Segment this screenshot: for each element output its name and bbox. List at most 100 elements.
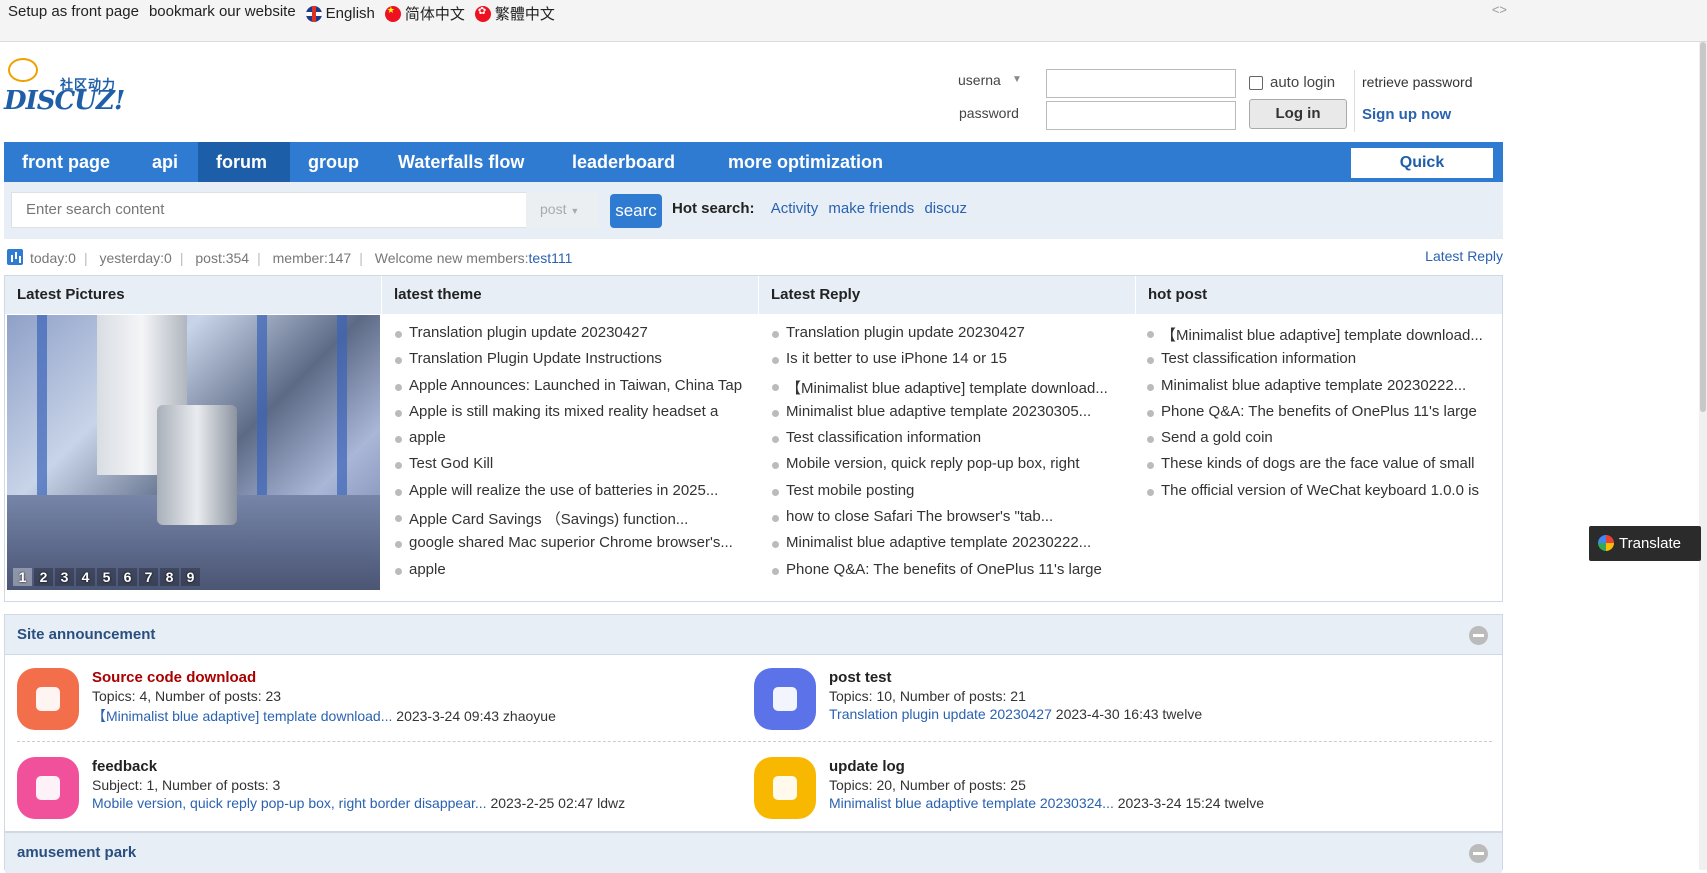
slide-page-button[interactable]: 3 bbox=[55, 568, 74, 586]
list-item[interactable]: The official version of WeChat keyboard … bbox=[1147, 482, 1483, 508]
password-input[interactable] bbox=[1046, 101, 1236, 130]
latest-reply-link[interactable]: Latest Reply bbox=[1425, 248, 1503, 264]
list-item[interactable]: Minimalist blue adaptive template 202302… bbox=[1147, 377, 1483, 403]
lang-english-link[interactable]: English bbox=[305, 3, 375, 24]
code-icon[interactable]: <> bbox=[1492, 2, 1507, 17]
forum-stats: today:0 | yesterday:0 | post:354 | member:1… bbox=[4, 248, 1503, 270]
slide-page-button[interactable]: 9 bbox=[181, 568, 200, 586]
list-item[interactable]: how to close Safari The browser's "tab..… bbox=[772, 508, 1108, 534]
list-item[interactable]: Is it better to use iPhone 14 or 15 bbox=[772, 350, 1108, 376]
nav-api[interactable]: api bbox=[134, 142, 196, 182]
forum-meta: Topics: 4, Number of posts: 23 bbox=[92, 688, 282, 704]
search-button[interactable]: searc bbox=[610, 194, 662, 228]
search-type-select[interactable]: post ▼ bbox=[526, 192, 598, 228]
list-item[interactable]: 【Minimalist blue adaptive] template down… bbox=[1147, 324, 1483, 350]
translate-button[interactable]: Translate bbox=[1589, 526, 1701, 561]
list-item[interactable]: Phone Q&A: The benefits of OnePlus 11's … bbox=[1147, 403, 1483, 429]
list-item[interactable]: apple bbox=[395, 429, 742, 455]
bookmark-link[interactable]: bookmark our website bbox=[149, 3, 296, 24]
list-item[interactable]: google shared Mac superior Chrome browse… bbox=[395, 534, 742, 560]
retrieve-password-link[interactable]: retrieve password bbox=[1362, 74, 1473, 90]
last-post-link[interactable]: Translation plugin update 20230427 bbox=[829, 706, 1052, 722]
nav-forum[interactable]: forum bbox=[198, 142, 290, 182]
nav-more-optimization[interactable]: more optimization bbox=[710, 142, 901, 182]
slide-page-button[interactable]: 2 bbox=[34, 568, 53, 586]
list-item[interactable]: Test classification information bbox=[1147, 350, 1483, 376]
list-item[interactable]: Mobile version, quick reply pop-up box, … bbox=[772, 455, 1108, 481]
list-item[interactable]: Translation plugin update 20230427 bbox=[395, 324, 742, 350]
list-item[interactable]: Minimalist blue adaptive template 202303… bbox=[772, 403, 1108, 429]
last-post-info: 2023-2-25 02:47 ldwz bbox=[486, 795, 626, 811]
list-item[interactable]: Phone Q&A: The benefits of OnePlus 11's … bbox=[772, 561, 1108, 587]
list-item[interactable]: Minimalist blue adaptive template 202302… bbox=[772, 534, 1108, 560]
login-button[interactable]: Log in bbox=[1249, 99, 1347, 129]
sign-up-link[interactable]: Sign up now bbox=[1362, 106, 1451, 123]
list-item[interactable]: Test God Kill bbox=[395, 455, 742, 481]
collapse-icon[interactable] bbox=[1469, 844, 1488, 863]
slide-page-button[interactable]: 7 bbox=[139, 568, 158, 586]
slide-page-button[interactable]: 8 bbox=[160, 568, 179, 586]
list-item[interactable]: Apple is still making its mixed reality … bbox=[395, 403, 742, 429]
setup-front-page-link[interactable]: Setup as front page bbox=[8, 3, 139, 24]
search-type-label: post bbox=[540, 201, 567, 217]
slide-page-button[interactable]: 5 bbox=[97, 568, 116, 586]
forum-item[interactable]: update log Topics: 20, Number of posts: … bbox=[742, 746, 1442, 826]
username-label: userna bbox=[958, 72, 1001, 88]
forum-item[interactable]: Source code download Topics: 4, Number o… bbox=[5, 657, 705, 737]
list-item[interactable]: Apple Card Savings （Savings) function... bbox=[395, 508, 742, 534]
lang-traditional-link[interactable]: 繁體中文 bbox=[474, 3, 555, 24]
new-member-link[interactable]: test111 bbox=[529, 250, 573, 266]
list-item[interactable]: Send a gold coin bbox=[1147, 429, 1483, 455]
collapse-icon[interactable] bbox=[1469, 626, 1488, 645]
list-item[interactable]: These kinds of dogs are the face value o… bbox=[1147, 455, 1483, 481]
slide-page-button[interactable]: 1 bbox=[13, 568, 32, 586]
last-post-info: 2023-3-24 09:43 zhaoyue bbox=[392, 708, 556, 724]
list-item[interactable]: Apple will realize the use of batteries … bbox=[395, 482, 742, 508]
forum-meta: Topics: 20, Number of posts: 25 bbox=[829, 777, 1026, 793]
cn-flag-icon bbox=[384, 5, 401, 22]
list-item[interactable]: Test classification information bbox=[772, 429, 1108, 455]
list-item[interactable]: Test mobile posting bbox=[772, 482, 1108, 508]
list-item[interactable]: apple bbox=[395, 561, 742, 587]
scrollbar-thumb[interactable] bbox=[1700, 42, 1706, 412]
hot-search-link[interactable]: discuz bbox=[924, 200, 967, 217]
hot-search-link[interactable]: Activity bbox=[771, 200, 819, 217]
list-item[interactable]: 【Minimalist blue adaptive] template down… bbox=[772, 377, 1108, 403]
stat-yesterday: yesterday:0 bbox=[99, 250, 172, 266]
forum-item[interactable]: feedback Subject: 1, Number of posts: 3 … bbox=[5, 746, 705, 826]
last-post-link[interactable]: Minimalist blue adaptive template 202303… bbox=[829, 795, 1114, 811]
top-links: Setup as front page bookmark our website… bbox=[8, 3, 555, 24]
nav-front-page[interactable]: front page bbox=[4, 142, 128, 182]
last-post-link[interactable]: Mobile version, quick reply pop-up box, … bbox=[92, 795, 487, 811]
nav-waterfalls-flow[interactable]: Waterfalls flow bbox=[380, 142, 542, 182]
forum-name[interactable]: post test bbox=[829, 669, 892, 686]
slide-page-button[interactable]: 6 bbox=[118, 568, 137, 586]
slide-page-button[interactable]: 4 bbox=[76, 568, 95, 586]
username-input[interactable] bbox=[1046, 69, 1236, 98]
forum-name[interactable]: feedback bbox=[92, 758, 157, 775]
search-input[interactable]: Enter search content bbox=[11, 192, 529, 228]
chevron-down-icon[interactable]: ▼ bbox=[1012, 74, 1022, 85]
panel-title-pictures: Latest Pictures bbox=[5, 276, 382, 314]
last-post-link[interactable]: 【Minimalist blue adaptive] template down… bbox=[92, 708, 392, 724]
forum-name[interactable]: Source code download bbox=[92, 669, 256, 686]
hk-flag-icon bbox=[474, 5, 491, 22]
list-item[interactable]: Translation plugin update 20230427 bbox=[772, 324, 1108, 350]
nav-leaderboard[interactable]: leaderboard bbox=[554, 142, 693, 182]
last-post-info: 2023-4-30 16:43 twelve bbox=[1051, 706, 1203, 722]
picture-slideshow[interactable]: 1 2 3 4 5 6 7 8 9 bbox=[7, 315, 380, 590]
hot-search-link[interactable]: make friends bbox=[828, 200, 914, 217]
latest-reply-list: Translation plugin update 20230427 Is it… bbox=[772, 324, 1108, 587]
section-header: Site announcement bbox=[5, 615, 1502, 655]
list-item[interactable]: Translation Plugin Update Instructions bbox=[395, 350, 742, 376]
site-logo[interactable]: 社区动力 DISCUZ! bbox=[4, 58, 125, 118]
list-item[interactable]: Apple Announces: Launched in Taiwan, Chi… bbox=[395, 377, 742, 403]
page-scrollbar[interactable] bbox=[1699, 42, 1707, 870]
chat-icon bbox=[754, 668, 816, 730]
nav-group[interactable]: group bbox=[290, 142, 377, 182]
forum-item[interactable]: post test Topics: 10, Number of posts: 2… bbox=[742, 657, 1442, 737]
lang-simplified-link[interactable]: 简体中文 bbox=[384, 3, 465, 24]
quick-button[interactable]: Quick bbox=[1351, 148, 1493, 178]
auto-login-checkbox[interactable] bbox=[1249, 76, 1263, 90]
forum-name[interactable]: update log bbox=[829, 758, 905, 775]
